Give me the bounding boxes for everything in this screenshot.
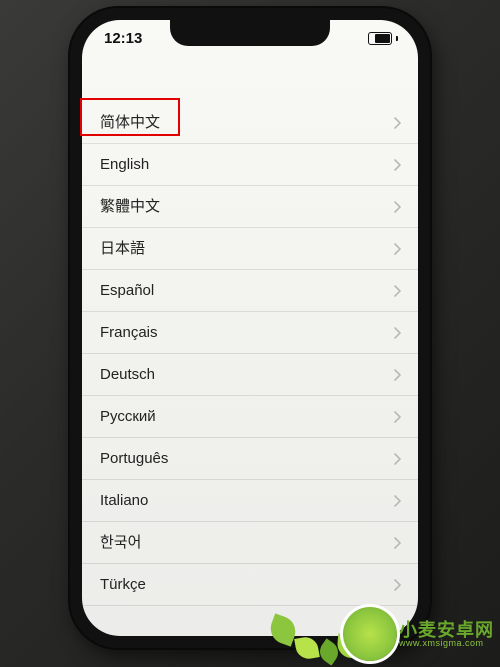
language-label: 简体中文: [100, 114, 160, 131]
phone-frame: 12:13 简体中文 English 繁體中文日本語 Español Français D…: [70, 8, 430, 648]
chevron-right-icon: [394, 579, 402, 591]
status-time: 12:13: [104, 30, 142, 47]
language-label: 繁體中文: [100, 198, 160, 215]
chevron-right-icon: [394, 201, 402, 213]
language-row[interactable]: 繁體中文: [82, 186, 418, 228]
chevron-right-icon: [394, 327, 402, 339]
language-row[interactable]: 日本語: [82, 228, 418, 270]
language-label: Deutsch: [100, 366, 155, 383]
language-row[interactable]: Italiano: [82, 480, 418, 522]
language-list: 简体中文 English 繁體中文日本語 Español Français Deutsch…: [82, 102, 418, 606]
language-label: 한국어: [100, 534, 141, 551]
language-label: Русский: [100, 408, 156, 425]
watermark: 小麦安卓网 www.xmsigma.com: [343, 607, 494, 661]
chevron-right-icon: [394, 243, 402, 255]
language-label: Türkçe: [100, 576, 146, 593]
language-row[interactable]: Русский: [82, 396, 418, 438]
watermark-url: www.xmsigma.com: [399, 639, 494, 648]
battery-icon: [368, 32, 398, 45]
language-row[interactable]: Türkçe: [82, 564, 418, 606]
language-label: Français: [100, 324, 158, 341]
phone-screen: 12:13 简体中文 English 繁體中文日本語 Español Français D…: [82, 20, 418, 636]
language-row[interactable]: Português: [82, 438, 418, 480]
language-label: Português: [100, 450, 168, 467]
language-row[interactable]: 简体中文: [82, 102, 418, 144]
watermark-title: 小麦安卓网: [399, 621, 494, 639]
language-row[interactable]: English: [82, 144, 418, 186]
watermark-badge-icon: [343, 607, 397, 661]
notch: [170, 20, 330, 46]
chevron-right-icon: [394, 159, 402, 171]
language-label: Italiano: [100, 492, 148, 509]
language-label: English: [100, 156, 149, 173]
language-label: Español: [100, 282, 154, 299]
language-row[interactable]: Español: [82, 270, 418, 312]
language-row[interactable]: Deutsch: [82, 354, 418, 396]
language-row[interactable]: Français: [82, 312, 418, 354]
chevron-right-icon: [394, 537, 402, 549]
chevron-right-icon: [394, 117, 402, 129]
chevron-right-icon: [394, 369, 402, 381]
chevron-right-icon: [394, 411, 402, 423]
chevron-right-icon: [394, 285, 402, 297]
language-row[interactable]: 한국어: [82, 522, 418, 564]
language-label: 日本語: [100, 240, 145, 257]
photo-background: 12:13 简体中文 English 繁體中文日本語 Español Français D…: [0, 0, 500, 667]
chevron-right-icon: [394, 453, 402, 465]
chevron-right-icon: [394, 495, 402, 507]
